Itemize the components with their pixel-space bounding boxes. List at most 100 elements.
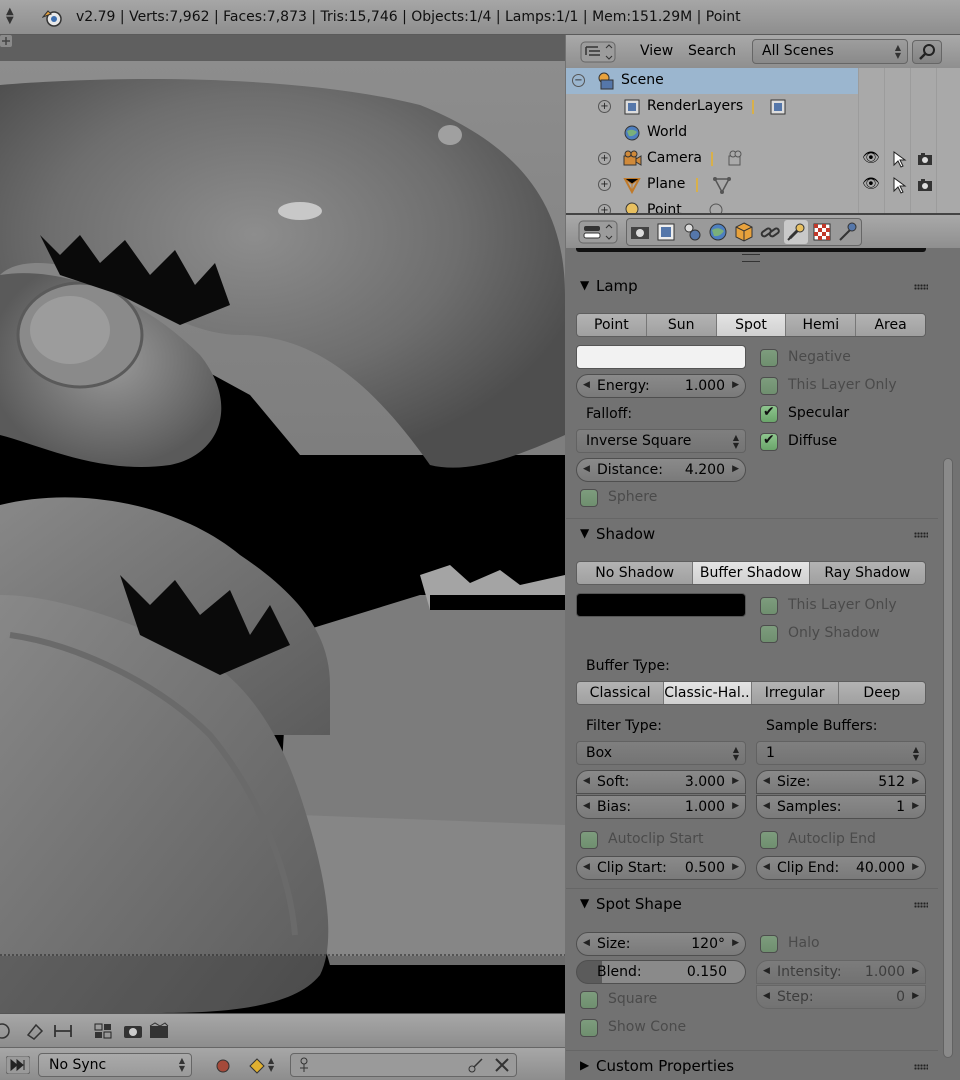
properties-scrollbar-thumb[interactable]: [943, 458, 953, 1058]
lamp-panel-header[interactable]: ▼ Lamp: [574, 272, 934, 302]
active-keying-set-field[interactable]: [290, 1053, 517, 1077]
distance-field[interactable]: ◀ Distance: 4.200 ▶: [576, 458, 746, 482]
physics-context-icon[interactable]: [836, 220, 860, 244]
outliner-editor-icon[interactable]: [580, 41, 616, 63]
display-mode-select[interactable]: All Scenes ▲ ▼: [752, 39, 908, 64]
lamp-type-sun[interactable]: Sun: [646, 314, 717, 336]
sample-buffers-select[interactable]: 1 ▲ ▼: [756, 741, 926, 765]
panel-grip-icon[interactable]: [914, 284, 928, 290]
decrement-arrow-icon[interactable]: ◀: [763, 991, 770, 1001]
layers-icon[interactable]: [92, 1021, 114, 1041]
visibility-eye-icon[interactable]: 👁: [862, 176, 880, 194]
increment-arrow-icon[interactable]: ▶: [912, 801, 919, 811]
energy-field[interactable]: ◀ Energy: 1.000 ▶: [576, 374, 746, 398]
properties-scrollbar[interactable]: [938, 248, 960, 1080]
panel-grip-icon[interactable]: [914, 532, 928, 538]
menu-search[interactable]: Search: [680, 41, 744, 63]
shadow-panel-header[interactable]: ▼ Shadow: [574, 520, 934, 550]
record-keyframes-icon[interactable]: [214, 1057, 232, 1075]
falloff-select[interactable]: Inverse Square ▲ ▼: [576, 429, 746, 453]
decrement-arrow-icon[interactable]: ◀: [583, 801, 590, 811]
collapse-icon[interactable]: −: [572, 74, 585, 87]
area-split-plus-icon[interactable]: [0, 35, 12, 47]
selectable-cursor-icon[interactable]: [890, 176, 908, 194]
expand-icon[interactable]: +: [598, 178, 611, 191]
render-opengl-icon[interactable]: [122, 1021, 144, 1041]
decrement-arrow-icon[interactable]: ◀: [583, 862, 590, 872]
halo-step-field[interactable]: ◀ Step: 0 ▶: [756, 985, 926, 1009]
decrement-arrow-icon[interactable]: ◀: [763, 776, 770, 786]
shadow-mode-none[interactable]: No Shadow: [577, 562, 694, 584]
increment-arrow-icon[interactable]: ▶: [912, 966, 919, 976]
clip-end-field[interactable]: ◀ Clip End: 40.000 ▶: [756, 856, 926, 880]
increment-arrow-icon[interactable]: ▶: [732, 938, 739, 948]
outliner-row-camera[interactable]: + Camera 👁: [566, 146, 960, 172]
sync-mode-select[interactable]: No Sync ▲ ▼: [38, 1053, 192, 1077]
increment-arrow-icon[interactable]: ▶: [732, 862, 739, 872]
bias-field[interactable]: ◀ Bias: 1.000 ▶: [576, 795, 746, 819]
decrement-arrow-icon[interactable]: ◀: [763, 966, 770, 976]
decrement-arrow-icon[interactable]: ◀: [583, 938, 590, 948]
jump-to-end-icon[interactable]: [6, 1056, 30, 1074]
properties-editor-icon[interactable]: [578, 220, 618, 244]
lamp-color-swatch[interactable]: [576, 345, 746, 369]
buffer-type-irregular[interactable]: Irregular: [751, 682, 839, 704]
increment-arrow-icon[interactable]: ▶: [912, 776, 919, 786]
decrement-arrow-icon[interactable]: ◀: [583, 380, 590, 390]
custom-properties-panel-header[interactable]: ▶ Custom Properties: [574, 1052, 934, 1080]
editor-type-arrows[interactable]: ▲ ▼: [6, 7, 14, 26]
outliner-search-button[interactable]: [912, 40, 942, 64]
buffer-type-classic-halfway[interactable]: Classic-Hal...: [664, 682, 752, 704]
lamp-type-spot[interactable]: Spot: [716, 314, 787, 336]
lamp-type-area[interactable]: Area: [856, 314, 925, 336]
renderable-camera-icon[interactable]: [916, 176, 934, 194]
halo-intensity-field[interactable]: ◀ Intensity: 1.000 ▶: [756, 960, 926, 984]
object-context-icon[interactable]: [732, 220, 756, 244]
snap-icon[interactable]: [24, 1021, 46, 1041]
buffer-type-classical[interactable]: Classical: [577, 682, 665, 704]
increment-arrow-icon[interactable]: ▶: [912, 862, 919, 872]
spot-size-field[interactable]: ◀ Size: 120° ▶: [576, 932, 746, 956]
decrement-arrow-icon[interactable]: ◀: [583, 464, 590, 474]
shadow-mode-buffer[interactable]: Buffer Shadow: [693, 562, 810, 584]
blender-logo-icon[interactable]: [42, 8, 64, 28]
increment-arrow-icon[interactable]: ▶: [732, 801, 739, 811]
3d-viewport[interactable]: [0, 35, 565, 1013]
spot-shape-panel-header[interactable]: ▼ Spot Shape: [574, 890, 934, 920]
panel-grip-icon[interactable]: [914, 1064, 928, 1070]
increment-arrow-icon[interactable]: ▶: [732, 380, 739, 390]
increment-arrow-icon[interactable]: ▶: [732, 776, 739, 786]
keying-set-arrows-icon[interactable]: ▲ ▼: [268, 1057, 274, 1073]
delete-keyframe-icon[interactable]: [493, 1056, 511, 1074]
shading-mode-icon[interactable]: [0, 1021, 14, 1041]
increment-arrow-icon[interactable]: ▶: [732, 464, 739, 474]
decrement-arrow-icon[interactable]: ◀: [763, 801, 770, 811]
selectable-cursor-icon[interactable]: [890, 150, 908, 168]
decrement-arrow-icon[interactable]: ◀: [583, 776, 590, 786]
lamp-type-hemi[interactable]: Hemi: [786, 314, 857, 336]
samples-field[interactable]: ◀ Samples: 1 ▶: [756, 795, 926, 819]
texture-context-icon[interactable]: [810, 220, 834, 244]
filter-type-select[interactable]: Box ▲ ▼: [576, 741, 746, 765]
visibility-eye-icon[interactable]: 👁: [862, 150, 880, 168]
clip-start-field[interactable]: ◀ Clip Start: 0.500 ▶: [576, 856, 746, 880]
constraints-context-icon[interactable]: [758, 220, 782, 244]
panel-grip-icon[interactable]: [914, 902, 928, 908]
outliner-row-renderlayers[interactable]: + RenderLayers: [566, 94, 960, 120]
insert-keyframe-icon[interactable]: [467, 1056, 485, 1074]
buffer-size-field[interactable]: ◀ Size: 512 ▶: [756, 770, 926, 794]
increment-arrow-icon[interactable]: ▶: [912, 991, 919, 1001]
render-animation-icon[interactable]: [148, 1021, 170, 1041]
expand-icon[interactable]: +: [598, 152, 611, 165]
decrement-arrow-icon[interactable]: ◀: [763, 862, 770, 872]
scene-context-icon[interactable]: [680, 220, 704, 244]
soft-field[interactable]: ◀ Soft: 3.000 ▶: [576, 770, 746, 794]
lamp-data-context-icon[interactable]: [784, 220, 808, 244]
shadow-color-swatch[interactable]: [576, 593, 746, 617]
panel-drag-handle-icon[interactable]: [742, 254, 760, 262]
menu-view[interactable]: View: [632, 41, 681, 63]
render-layers-context-icon[interactable]: [654, 220, 678, 244]
renderable-camera-icon[interactable]: [916, 150, 934, 168]
expand-icon[interactable]: +: [598, 204, 611, 213]
expand-icon[interactable]: +: [598, 100, 611, 113]
